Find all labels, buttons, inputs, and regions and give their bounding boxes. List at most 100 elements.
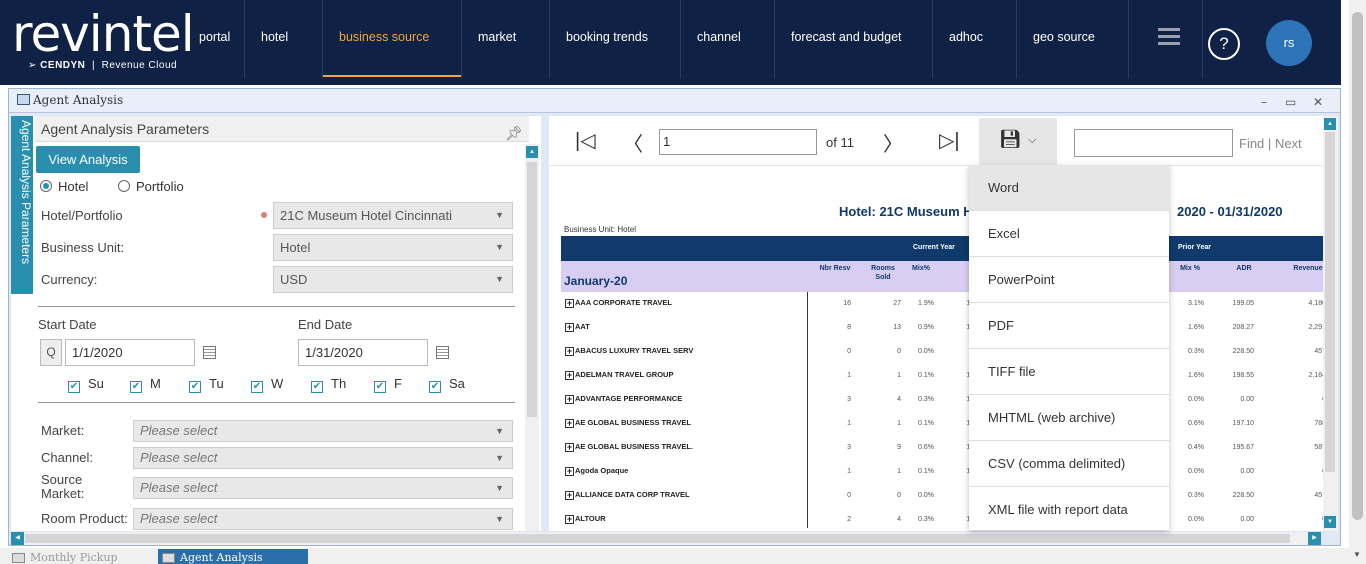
revintel-logo[interactable]: revintel ➢ CENDYN | Revenue Cloud xyxy=(12,8,195,78)
export-word[interactable]: Word xyxy=(969,165,1169,211)
export-mhtml[interactable]: MHTML (web archive) xyxy=(969,395,1169,441)
export-pdf[interactable]: PDF xyxy=(969,303,1169,349)
first-page-icon[interactable]: |◁ xyxy=(575,128,596,153)
checkbox-check-icon[interactable]: ✔ xyxy=(68,381,80,393)
expand-plus-icon[interactable]: + xyxy=(565,371,574,380)
minimize-icon[interactable]: – xyxy=(1261,91,1267,113)
currency-select[interactable]: USD ▼ xyxy=(273,266,513,293)
day-checkbox-w[interactable]: ✔ W xyxy=(251,376,283,393)
parameters-scroll-thumb[interactable] xyxy=(527,162,537,417)
scroll-right-arrow-icon[interactable]: ▶ xyxy=(1308,532,1321,545)
calendar-icon[interactable] xyxy=(436,346,449,359)
find-next-link[interactable]: Next xyxy=(1275,136,1302,151)
channel-select[interactable]: Please select ▼ xyxy=(133,447,513,469)
scroll-up-arrow-icon[interactable]: ▲ xyxy=(1324,118,1336,130)
nav-portal[interactable]: portal xyxy=(183,0,245,78)
radio-portfolio-dot[interactable] xyxy=(118,180,130,192)
row-agent-name[interactable]: + ABACUS LUXURY TRAVEL SERV xyxy=(565,346,693,356)
row-agent-name[interactable]: + ALLIANCE DATA CORP TRAVEL xyxy=(565,490,690,500)
expand-plus-icon[interactable]: + xyxy=(565,443,574,452)
parameters-vertical-tab[interactable]: Agent Analysis Parameters xyxy=(11,116,33,294)
nav-geo-source[interactable]: geo source xyxy=(1017,0,1129,78)
quick-date-button[interactable]: Q xyxy=(40,339,62,366)
parameters-scrollbar[interactable]: ▲ xyxy=(525,144,539,531)
expand-plus-icon[interactable]: + xyxy=(565,323,574,332)
maximize-icon[interactable]: ▭ xyxy=(1285,91,1296,113)
scroll-down-arrow-icon[interactable]: ▼ xyxy=(1353,550,1361,559)
user-avatar[interactable]: rs xyxy=(1266,20,1312,66)
row-agent-name[interactable]: + AE GLOBAL BUSINESS TRAVEL xyxy=(565,418,691,428)
end-date-input[interactable]: 1/31/2020 xyxy=(298,339,428,366)
room-product-select[interactable]: Please select ▼ xyxy=(133,508,513,530)
report-vertical-scrollbar[interactable]: ▲ ▼ xyxy=(1323,116,1338,531)
expand-plus-icon[interactable]: + xyxy=(565,347,574,356)
previous-page-icon[interactable]: 〈 xyxy=(623,128,643,157)
nav-market[interactable]: market xyxy=(462,0,550,78)
export-powerpoint[interactable]: PowerPoint xyxy=(969,257,1169,303)
horizontal-scroll-thumb[interactable] xyxy=(25,534,1290,543)
pin-icon[interactable]: 📌︎ xyxy=(505,120,523,146)
nav-business-source[interactable]: business source xyxy=(323,0,462,78)
nav-forecast-and-budget[interactable]: forecast and budget xyxy=(775,0,933,78)
checkbox-check-icon[interactable]: ✔ xyxy=(189,381,201,393)
calendar-icon[interactable] xyxy=(203,346,216,359)
row-agent-name[interactable]: + AAA CORPORATE TRAVEL xyxy=(565,298,672,308)
export-xml[interactable]: XML file with report data xyxy=(969,487,1169,533)
day-checkbox-m[interactable]: ✔ M xyxy=(130,376,161,393)
report-scroll-thumb[interactable] xyxy=(1325,132,1335,472)
hamburger-menu-icon[interactable] xyxy=(1158,28,1180,46)
expand-plus-icon[interactable]: + xyxy=(565,299,574,308)
close-icon[interactable]: ✕ xyxy=(1313,91,1323,113)
find-link[interactable]: Find xyxy=(1239,136,1264,151)
expand-plus-icon[interactable]: + xyxy=(565,395,574,404)
next-page-icon[interactable]: 〉 xyxy=(883,128,903,157)
row-agent-name[interactable]: + ADVANTAGE PERFORMANCE xyxy=(565,394,682,404)
export-excel[interactable]: Excel xyxy=(969,211,1169,257)
last-page-icon[interactable]: ▷| xyxy=(939,128,960,153)
day-checkbox-f[interactable]: ✔ F xyxy=(374,376,402,393)
hotel-portfolio-select[interactable]: 21C Museum Hotel Cincinnati ▼ xyxy=(273,202,513,229)
nav-adhoc[interactable]: adhoc xyxy=(933,0,1017,78)
expand-plus-icon[interactable]: + xyxy=(565,491,574,500)
export-csv[interactable]: CSV (comma delimited) xyxy=(969,441,1169,487)
nav-hotel[interactable]: hotel xyxy=(245,0,323,78)
view-analysis-button[interactable]: View Analysis xyxy=(36,146,140,173)
day-checkbox-th[interactable]: ✔ Th xyxy=(311,376,346,393)
task-agent-analysis[interactable]: Agent Analysis xyxy=(158,549,308,564)
radio-portfolio[interactable]: Portfolio xyxy=(118,179,184,194)
checkbox-check-icon[interactable]: ✔ xyxy=(130,381,142,393)
scroll-left-arrow-icon[interactable]: ◀ xyxy=(11,532,24,545)
page-scroll-thumb[interactable] xyxy=(1352,12,1363,520)
find-input[interactable] xyxy=(1074,129,1233,157)
export-tiff[interactable]: TIFF file xyxy=(969,349,1169,395)
scroll-down-arrow-icon[interactable]: ▼ xyxy=(1324,516,1336,528)
export-button[interactable]: 💾︎ ⌵ xyxy=(979,118,1057,166)
nav-channel[interactable]: channel xyxy=(681,0,775,78)
row-agent-name[interactable]: + ADELMAN TRAVEL GROUP xyxy=(565,370,673,380)
radio-hotel-dot[interactable] xyxy=(40,180,52,192)
source-market-select[interactable]: Please select ▼ xyxy=(133,477,513,499)
checkbox-check-icon[interactable]: ✔ xyxy=(429,381,441,393)
day-checkbox-su[interactable]: ✔ Su xyxy=(68,376,104,393)
expand-plus-icon[interactable]: + xyxy=(565,467,574,476)
day-checkbox-tu[interactable]: ✔ Tu xyxy=(189,376,224,393)
page-vertical-scrollbar[interactable]: ▼ xyxy=(1349,0,1366,564)
expand-plus-icon[interactable]: + xyxy=(565,515,574,524)
page-number-input[interactable]: 1 xyxy=(659,129,817,155)
market-select[interactable]: Please select ▼ xyxy=(133,420,513,442)
nav-booking-trends[interactable]: booking trends xyxy=(550,0,681,78)
checkbox-check-icon[interactable]: ✔ xyxy=(374,381,386,393)
row-agent-name[interactable]: + Agoda Opaque xyxy=(565,466,628,476)
help-icon[interactable]: ? xyxy=(1208,28,1240,60)
row-agent-name[interactable]: + AAT xyxy=(565,322,590,332)
row-agent-name[interactable]: + ALTOUR xyxy=(565,514,606,524)
day-checkbox-sa[interactable]: ✔ Sa xyxy=(429,376,465,393)
checkbox-check-icon[interactable]: ✔ xyxy=(311,381,323,393)
radio-hotel[interactable]: Hotel xyxy=(40,179,88,194)
task-monthly-pickup[interactable]: Monthly Pickup xyxy=(8,549,156,564)
row-agent-name[interactable]: + AE GLOBAL BUSINESS TRAVEL. xyxy=(565,442,693,452)
scroll-up-arrow-icon[interactable]: ▲ xyxy=(526,146,538,158)
expand-plus-icon[interactable]: + xyxy=(565,419,574,428)
start-date-input[interactable]: 1/1/2020 xyxy=(65,339,195,366)
checkbox-check-icon[interactable]: ✔ xyxy=(251,381,263,393)
